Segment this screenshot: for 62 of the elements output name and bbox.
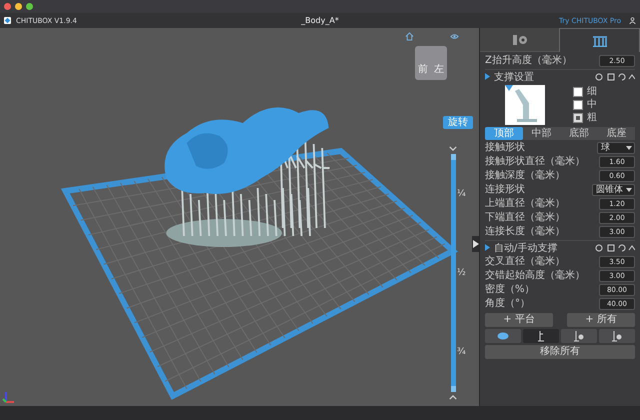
view-toggle[interactable] (561, 329, 597, 343)
checkbox-label: 细 (587, 86, 597, 98)
pillars-icon (592, 34, 608, 46)
support-dot-icon (611, 330, 623, 342)
view-toggle[interactable] (599, 329, 635, 343)
minimize-button[interactable] (15, 3, 22, 10)
support-dot-icon (573, 330, 585, 342)
window-title: _Body_A* (301, 16, 339, 25)
section-title: 支撑设置 (494, 70, 534, 84)
caret-icon (626, 146, 632, 150)
dropdown[interactable]: 圆锥体 (592, 184, 635, 196)
caret-icon (626, 188, 632, 192)
remove-all-button[interactable]: 移除所有 (485, 345, 635, 359)
field-label: 交错起始高度（毫米） (485, 270, 585, 282)
settings-icon (512, 34, 528, 46)
chevron-up-icon[interactable] (449, 395, 457, 400)
user-icon[interactable] (629, 17, 636, 24)
field-label: 接触深度（毫米） (485, 170, 565, 182)
view-toggle[interactable] (523, 329, 559, 343)
section-tools-icon[interactable] (595, 72, 635, 80)
home-icon[interactable] (405, 32, 414, 41)
expand-triangle-icon[interactable] (485, 73, 490, 80)
field-label: 接触形状直径（毫米） (485, 156, 585, 168)
add-support-button[interactable]: + 所有 (567, 313, 635, 327)
dropdown[interactable]: 球 (597, 142, 635, 154)
field-label: 密度（%） (485, 284, 535, 296)
section-tools-icon[interactable] (595, 244, 635, 252)
part-tab[interactable]: 底座 (598, 127, 635, 140)
eye-icon[interactable] (450, 32, 459, 41)
logo-icon (4, 17, 11, 24)
add-support-button[interactable]: + 平台 (485, 313, 553, 327)
checkbox[interactable] (573, 100, 583, 110)
checkbox[interactable] (573, 113, 583, 123)
field-label: 连接长度（毫米） (485, 226, 565, 238)
supports-tab[interactable] (559, 28, 640, 52)
field-label: 连接形状 (485, 184, 525, 196)
layer-slider[interactable] (450, 154, 456, 392)
field-label: 角度（°） (485, 298, 530, 310)
slider-tick-label: ½ (457, 268, 466, 278)
field-label: 交叉直径（毫米） (485, 256, 565, 268)
panel-collapse-button[interactable] (472, 236, 479, 252)
eye-icon (497, 332, 509, 340)
field-label: Z抬升高度（毫米） (485, 55, 572, 67)
support-icon (537, 330, 545, 342)
field-label: 接触形状 (485, 142, 525, 154)
close-button[interactable] (4, 3, 11, 10)
part-tab[interactable]: 底部 (560, 127, 598, 140)
part-tab[interactable]: 中部 (522, 127, 560, 140)
chevron-down-icon[interactable] (449, 146, 457, 151)
slider-tick-label: ¼ (457, 188, 466, 199)
field-label: 上端直径（毫米） (485, 198, 565, 210)
view-toggle[interactable] (485, 329, 521, 343)
checkbox-label: 中 (587, 99, 597, 111)
checkbox-label: 粗 (587, 112, 597, 124)
slider-tick-label: ¾ (457, 347, 466, 358)
axis-icon (2, 390, 16, 404)
section-title: 自动/手动支撑 (494, 242, 558, 254)
support-preview-drawing (505, 85, 545, 125)
maximize-button[interactable] (26, 3, 33, 10)
field-label: 下端直径（毫米） (485, 212, 565, 224)
expand-triangle-icon[interactable] (485, 244, 490, 251)
checkbox[interactable] (573, 87, 583, 97)
